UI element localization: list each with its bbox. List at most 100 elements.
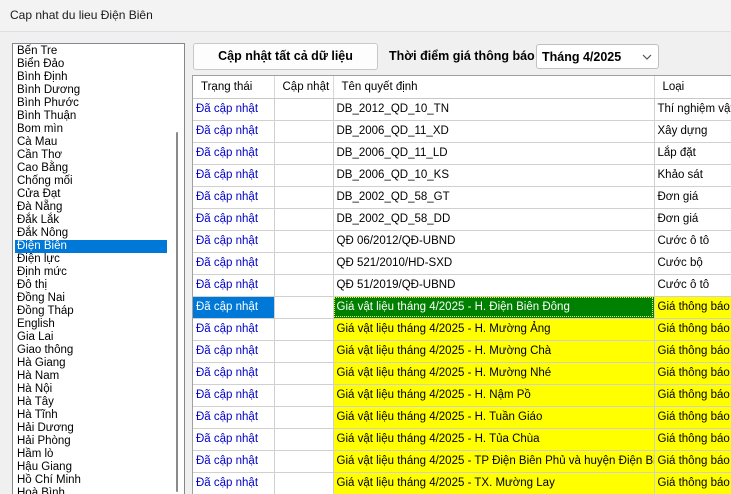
table-row[interactable]: Đã cập nhật DB_2006_QD_11_XD Xây dựng	[193, 120, 731, 143]
status-cell[interactable]: Đã cập nhật	[193, 164, 275, 187]
column-header-update[interactable]: Cập nhật	[274, 76, 334, 99]
status-cell[interactable]: Đã cập nhật	[193, 428, 275, 451]
province-item[interactable]: Cửa Đạt	[13, 188, 170, 201]
status-cell[interactable]: Đã cập nhật	[193, 230, 275, 253]
price-time-select[interactable]: Tháng 4/2025	[536, 44, 659, 69]
decision-grid[interactable]: Trạng thái Cập nhật Tên quyết định Loại …	[192, 75, 731, 494]
type-cell[interactable]: Giá thông báo	[654, 340, 731, 363]
scrollbar-thumb[interactable]	[176, 132, 178, 492]
province-item[interactable]: Hồ Chí Minh	[13, 474, 170, 487]
update-cell[interactable]	[274, 230, 334, 253]
province-item[interactable]: Cao Bằng	[13, 162, 170, 175]
type-cell[interactable]: Đơn giá	[654, 186, 731, 209]
province-item[interactable]: Hậu Giang	[13, 461, 170, 474]
province-item[interactable]: Cần Thơ	[13, 149, 170, 162]
province-item[interactable]: Điện lực	[13, 253, 170, 266]
type-cell[interactable]: Đơn giá	[654, 208, 731, 231]
update-cell[interactable]	[274, 274, 334, 297]
table-row[interactable]: Đã cập nhật DB_2006_QD_10_KS Khảo sát	[193, 164, 731, 187]
province-item[interactable]: Giao thông	[13, 344, 170, 357]
update-cell[interactable]	[274, 384, 334, 407]
province-item[interactable]: Đồng Nai	[13, 292, 170, 305]
province-item[interactable]: Bình Định	[13, 71, 170, 84]
update-cell[interactable]	[274, 208, 334, 231]
update-cell[interactable]	[274, 296, 334, 319]
update-cell[interactable]	[274, 318, 334, 341]
name-cell[interactable]: Giá vật liệu tháng 4/2025 - H. Tuần Giáo	[333, 406, 655, 429]
province-item[interactable]: Đô thị	[13, 279, 170, 292]
table-row[interactable]: Đã cập nhật Giá vật liệu tháng 4/2025 - T…	[193, 472, 731, 494]
name-cell[interactable]: Giá vật liệu tháng 4/2025 - H. Mường Ảng	[333, 318, 655, 341]
table-row[interactable]: Đã cập nhật QĐ 06/2012/QĐ-UBND Cước ô tô	[193, 230, 731, 253]
province-item[interactable]: Gia Lai	[13, 331, 170, 344]
update-cell[interactable]	[274, 362, 334, 385]
table-row[interactable]: Đã cập nhật QĐ 521/2010/HD-SXD Cước bộ	[193, 252, 731, 275]
province-item[interactable]: Định mức	[13, 266, 170, 279]
status-cell[interactable]: Đã cập nhật	[193, 362, 275, 385]
name-cell[interactable]: Giá vật liệu tháng 4/2025 - H. Nậm Pồ	[333, 384, 655, 407]
province-item[interactable]: Bến Tre	[13, 45, 170, 58]
update-cell[interactable]	[274, 428, 334, 451]
province-item[interactable]: Hải Dương	[13, 422, 170, 435]
status-cell[interactable]: Đã cập nhật	[193, 450, 275, 473]
status-cell[interactable]: Đã cập nhật	[193, 120, 275, 143]
province-item[interactable]: Hà Tây	[13, 396, 170, 409]
province-item[interactable]: Cà Mau	[13, 136, 170, 149]
update-all-button[interactable]: Cập nhật tất cả dữ liệu	[193, 43, 378, 70]
province-item[interactable]: Đắk Nông	[13, 227, 170, 240]
update-cell[interactable]	[274, 98, 334, 121]
status-cell[interactable]: Đã cập nhật	[193, 252, 275, 275]
table-row[interactable]: Đã cập nhật Giá vật liệu tháng 4/2025 - H…	[193, 296, 731, 319]
province-item[interactable]: Hà Tĩnh	[13, 409, 170, 422]
status-cell[interactable]: Đã cập nhật	[193, 384, 275, 407]
name-cell[interactable]: DB_2006_QD_11_XD	[333, 120, 655, 143]
name-cell[interactable]: DB_2006_QD_10_KS	[333, 164, 655, 187]
table-row[interactable]: Đã cập nhật Giá vật liệu tháng 4/2025 - T…	[193, 450, 731, 473]
type-cell[interactable]: Giá thông báo	[654, 296, 731, 319]
name-cell[interactable]: DB_2002_QD_58_GT	[333, 186, 655, 209]
name-cell[interactable]: Giá vật liệu tháng 4/2025 - H. Tủa Chùa	[333, 428, 655, 451]
status-cell[interactable]: Đã cập nhật	[193, 274, 275, 297]
update-cell[interactable]	[274, 186, 334, 209]
update-cell[interactable]	[274, 252, 334, 275]
type-cell[interactable]: Giá thông báo	[654, 384, 731, 407]
status-cell[interactable]: Đã cập nhật	[193, 208, 275, 231]
province-item[interactable]: Bình Phước	[13, 97, 170, 110]
province-item[interactable]: Biển Đảo	[13, 58, 170, 71]
name-cell[interactable]: Giá vật liệu tháng 4/2025 - H. Mường Chà	[333, 340, 655, 363]
name-cell[interactable]: Giá vật liệu tháng 4/2025 - H. Điện Biên…	[333, 296, 655, 319]
province-item[interactable]: Bom mìn	[13, 123, 170, 136]
name-cell[interactable]: Giá vật liệu tháng 4/2025 - TP Điện Biên…	[333, 450, 655, 473]
status-cell[interactable]: Đã cập nhật	[193, 98, 275, 121]
name-cell[interactable]: DB_2002_QD_58_DD	[333, 208, 655, 231]
province-item[interactable]: Đà Nẵng	[13, 201, 170, 214]
status-cell[interactable]: Đã cập nhật	[193, 318, 275, 341]
update-cell[interactable]	[274, 472, 334, 494]
name-cell[interactable]: Giá vật liệu tháng 4/2025 - TX. Mường La…	[333, 472, 655, 494]
column-header-name[interactable]: Tên quyết định	[333, 76, 655, 99]
status-cell[interactable]: Đã cập nhật	[193, 186, 275, 209]
type-cell[interactable]: Cước ô tô	[654, 274, 731, 297]
name-cell[interactable]: QĐ 06/2012/QĐ-UBND	[333, 230, 655, 253]
status-cell[interactable]: Đã cập nhật	[193, 472, 275, 494]
province-list-scrollbar[interactable]	[171, 44, 184, 494]
table-row[interactable]: Đã cập nhật Giá vật liệu tháng 4/2025 - H…	[193, 362, 731, 385]
province-item[interactable]: Hầm lò	[13, 448, 170, 461]
province-list[interactable]: Bến Tre Biển Đảo Bình Định Bình Dương Bình P…	[12, 43, 185, 494]
table-row[interactable]: Đã cập nhật DB_2002_QD_58_DD Đơn giá	[193, 208, 731, 231]
table-row[interactable]: Đã cập nhật Giá vật liệu tháng 4/2025 - H…	[193, 406, 731, 429]
type-cell[interactable]: Lắp đặt	[654, 142, 731, 165]
province-item[interactable]: Bình Thuận	[13, 110, 170, 123]
status-cell[interactable]: Đã cập nhật	[193, 296, 275, 319]
type-cell[interactable]: Cước bộ	[654, 252, 731, 275]
status-cell[interactable]: Đã cập nhật	[193, 340, 275, 363]
province-item[interactable]: Hà Nội	[13, 383, 170, 396]
type-cell[interactable]: Cước ô tô	[654, 230, 731, 253]
update-cell[interactable]	[274, 406, 334, 429]
type-cell[interactable]: Giá thông báo	[654, 362, 731, 385]
column-header-type[interactable]: Loại	[654, 76, 731, 99]
province-item[interactable]: English	[13, 318, 170, 331]
type-cell[interactable]: Giá thông báo	[654, 472, 731, 494]
table-row[interactable]: Đã cập nhật Giá vật liệu tháng 4/2025 - H…	[193, 428, 731, 451]
status-cell[interactable]: Đã cập nhật	[193, 406, 275, 429]
